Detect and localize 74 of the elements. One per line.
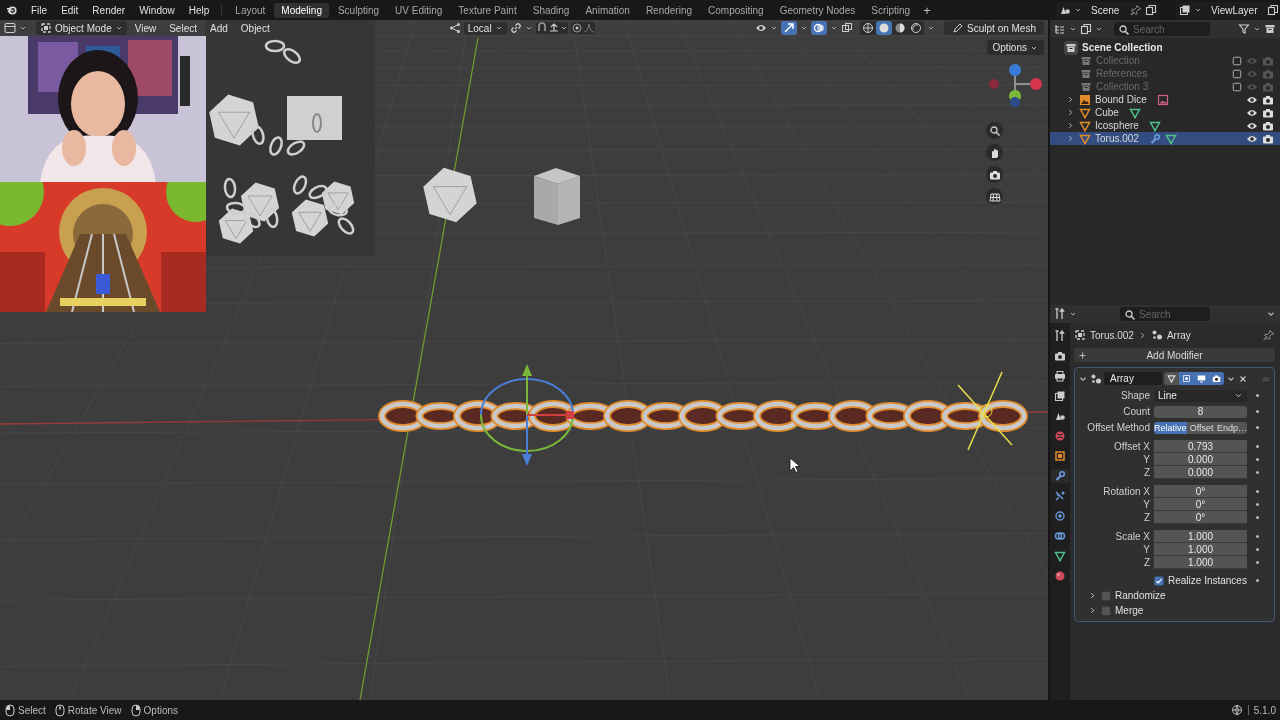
number-field[interactable]: 0.000 (1154, 453, 1247, 466)
menu-item[interactable]: Edit (55, 2, 85, 18)
options-dropdown[interactable]: Options (986, 40, 1044, 55)
modifier-name-field[interactable]: Array (1104, 372, 1162, 385)
segment-button[interactable]: Relative (1154, 421, 1187, 434)
outliner-item[interactable]: Bound Dice (1095, 94, 1147, 105)
segment-button[interactable]: Offset (1186, 421, 1217, 434)
field-label: Scale X (1114, 531, 1150, 542)
number-field[interactable]: 8 (1154, 405, 1247, 418)
status-hint: Options (143, 704, 178, 716)
field-label: Z (1142, 512, 1150, 523)
number-field[interactable]: 1.000 (1154, 530, 1247, 543)
number-field[interactable]: 1.000 (1154, 556, 1247, 569)
menu-item[interactable]: Render (86, 2, 132, 18)
workspace-tab[interactable]: Shading (525, 2, 577, 18)
status-hint: Rotate View (67, 704, 122, 716)
field-label: Shape (1120, 390, 1150, 401)
breadcrumb-item: Array (1166, 329, 1191, 341)
menu-item[interactable]: View (129, 21, 162, 35)
field-label: Count (1122, 406, 1150, 417)
workspace-tab[interactable]: UV Editing (388, 2, 450, 18)
workspace-tab[interactable]: Compositing (701, 2, 771, 18)
field-label: Z (1142, 467, 1150, 478)
number-field[interactable]: 0° (1154, 511, 1247, 524)
number-field[interactable]: 0.000 (1154, 466, 1247, 479)
field-label: Y (1142, 454, 1150, 465)
orientation-label: Local (467, 22, 492, 34)
outliner-item[interactable]: Cube (1095, 107, 1119, 118)
workspace-tab[interactable]: Modeling (274, 2, 329, 18)
checkbox-label: Realize Instances (1168, 575, 1247, 586)
field-label: Y (1142, 544, 1150, 555)
field-label: Offset Method (1086, 422, 1150, 433)
sculpt-on-mesh-button[interactable]: Sculpt on Mesh (944, 21, 1044, 35)
workspace-tab[interactable]: Geometry Nodes (772, 2, 863, 18)
search-field[interactable]: Search (1120, 307, 1210, 321)
scene-collection-label[interactable]: Scene Collection (1082, 42, 1163, 53)
shape-dropdown[interactable]: Line (1154, 389, 1247, 402)
search-field[interactable]: Search (1114, 22, 1210, 36)
number-field[interactable]: 0.793 (1154, 440, 1247, 453)
status-hint: Select (18, 704, 46, 716)
workspace-tab[interactable]: Sculpting (330, 2, 387, 18)
number-field[interactable]: 0° (1154, 498, 1247, 511)
version-label: 5.1.0 (1253, 704, 1276, 716)
workspace-tab[interactable]: Animation (578, 2, 637, 18)
workspace-tab[interactable]: Layout (228, 2, 273, 18)
subpanel-title[interactable]: Randomize (1115, 590, 1166, 601)
field-label: Offset X (1113, 441, 1150, 452)
menu-item[interactable]: Add (205, 21, 233, 35)
menu-item[interactable]: File (25, 2, 54, 18)
outliner-item[interactable]: Torus.002 (1095, 133, 1139, 144)
sculpt-label: Sculpt on Mesh (967, 22, 1036, 34)
checkbox[interactable]: Realize Instances (1154, 575, 1247, 586)
menu-item[interactable]: Select (164, 21, 202, 35)
dropdown-value: Line (1158, 390, 1177, 401)
field-label: Z (1142, 557, 1150, 568)
segment-button[interactable]: Endp… (1216, 421, 1247, 434)
mode-label: Object Mode (55, 22, 112, 34)
workspace-tab[interactable]: Scripting (864, 2, 918, 18)
menu-item[interactable]: Window (133, 2, 181, 18)
options-label: Options (992, 42, 1027, 53)
workspace-tab[interactable]: Rendering (638, 2, 700, 18)
field-label: Rotation X (1102, 486, 1150, 497)
workspace-tab[interactable]: Texture Paint (451, 2, 524, 18)
number-field[interactable]: 0° (1154, 485, 1247, 498)
field-label: Y (1142, 499, 1150, 510)
menu-item[interactable]: Help (182, 2, 216, 18)
mode-dropdown[interactable]: Object Mode (36, 21, 127, 35)
number-field[interactable]: 1.000 (1154, 543, 1247, 556)
menu-item[interactable]: Object (235, 21, 275, 35)
add-workspace-button[interactable]: + (919, 2, 935, 18)
add-modifier-button[interactable]: Add Modifier (1074, 348, 1275, 362)
subpanel-title[interactable]: Merge (1115, 605, 1144, 616)
outliner-item[interactable]: Icosphere (1095, 120, 1139, 131)
breadcrumb-item: Torus.002 (1090, 329, 1134, 341)
